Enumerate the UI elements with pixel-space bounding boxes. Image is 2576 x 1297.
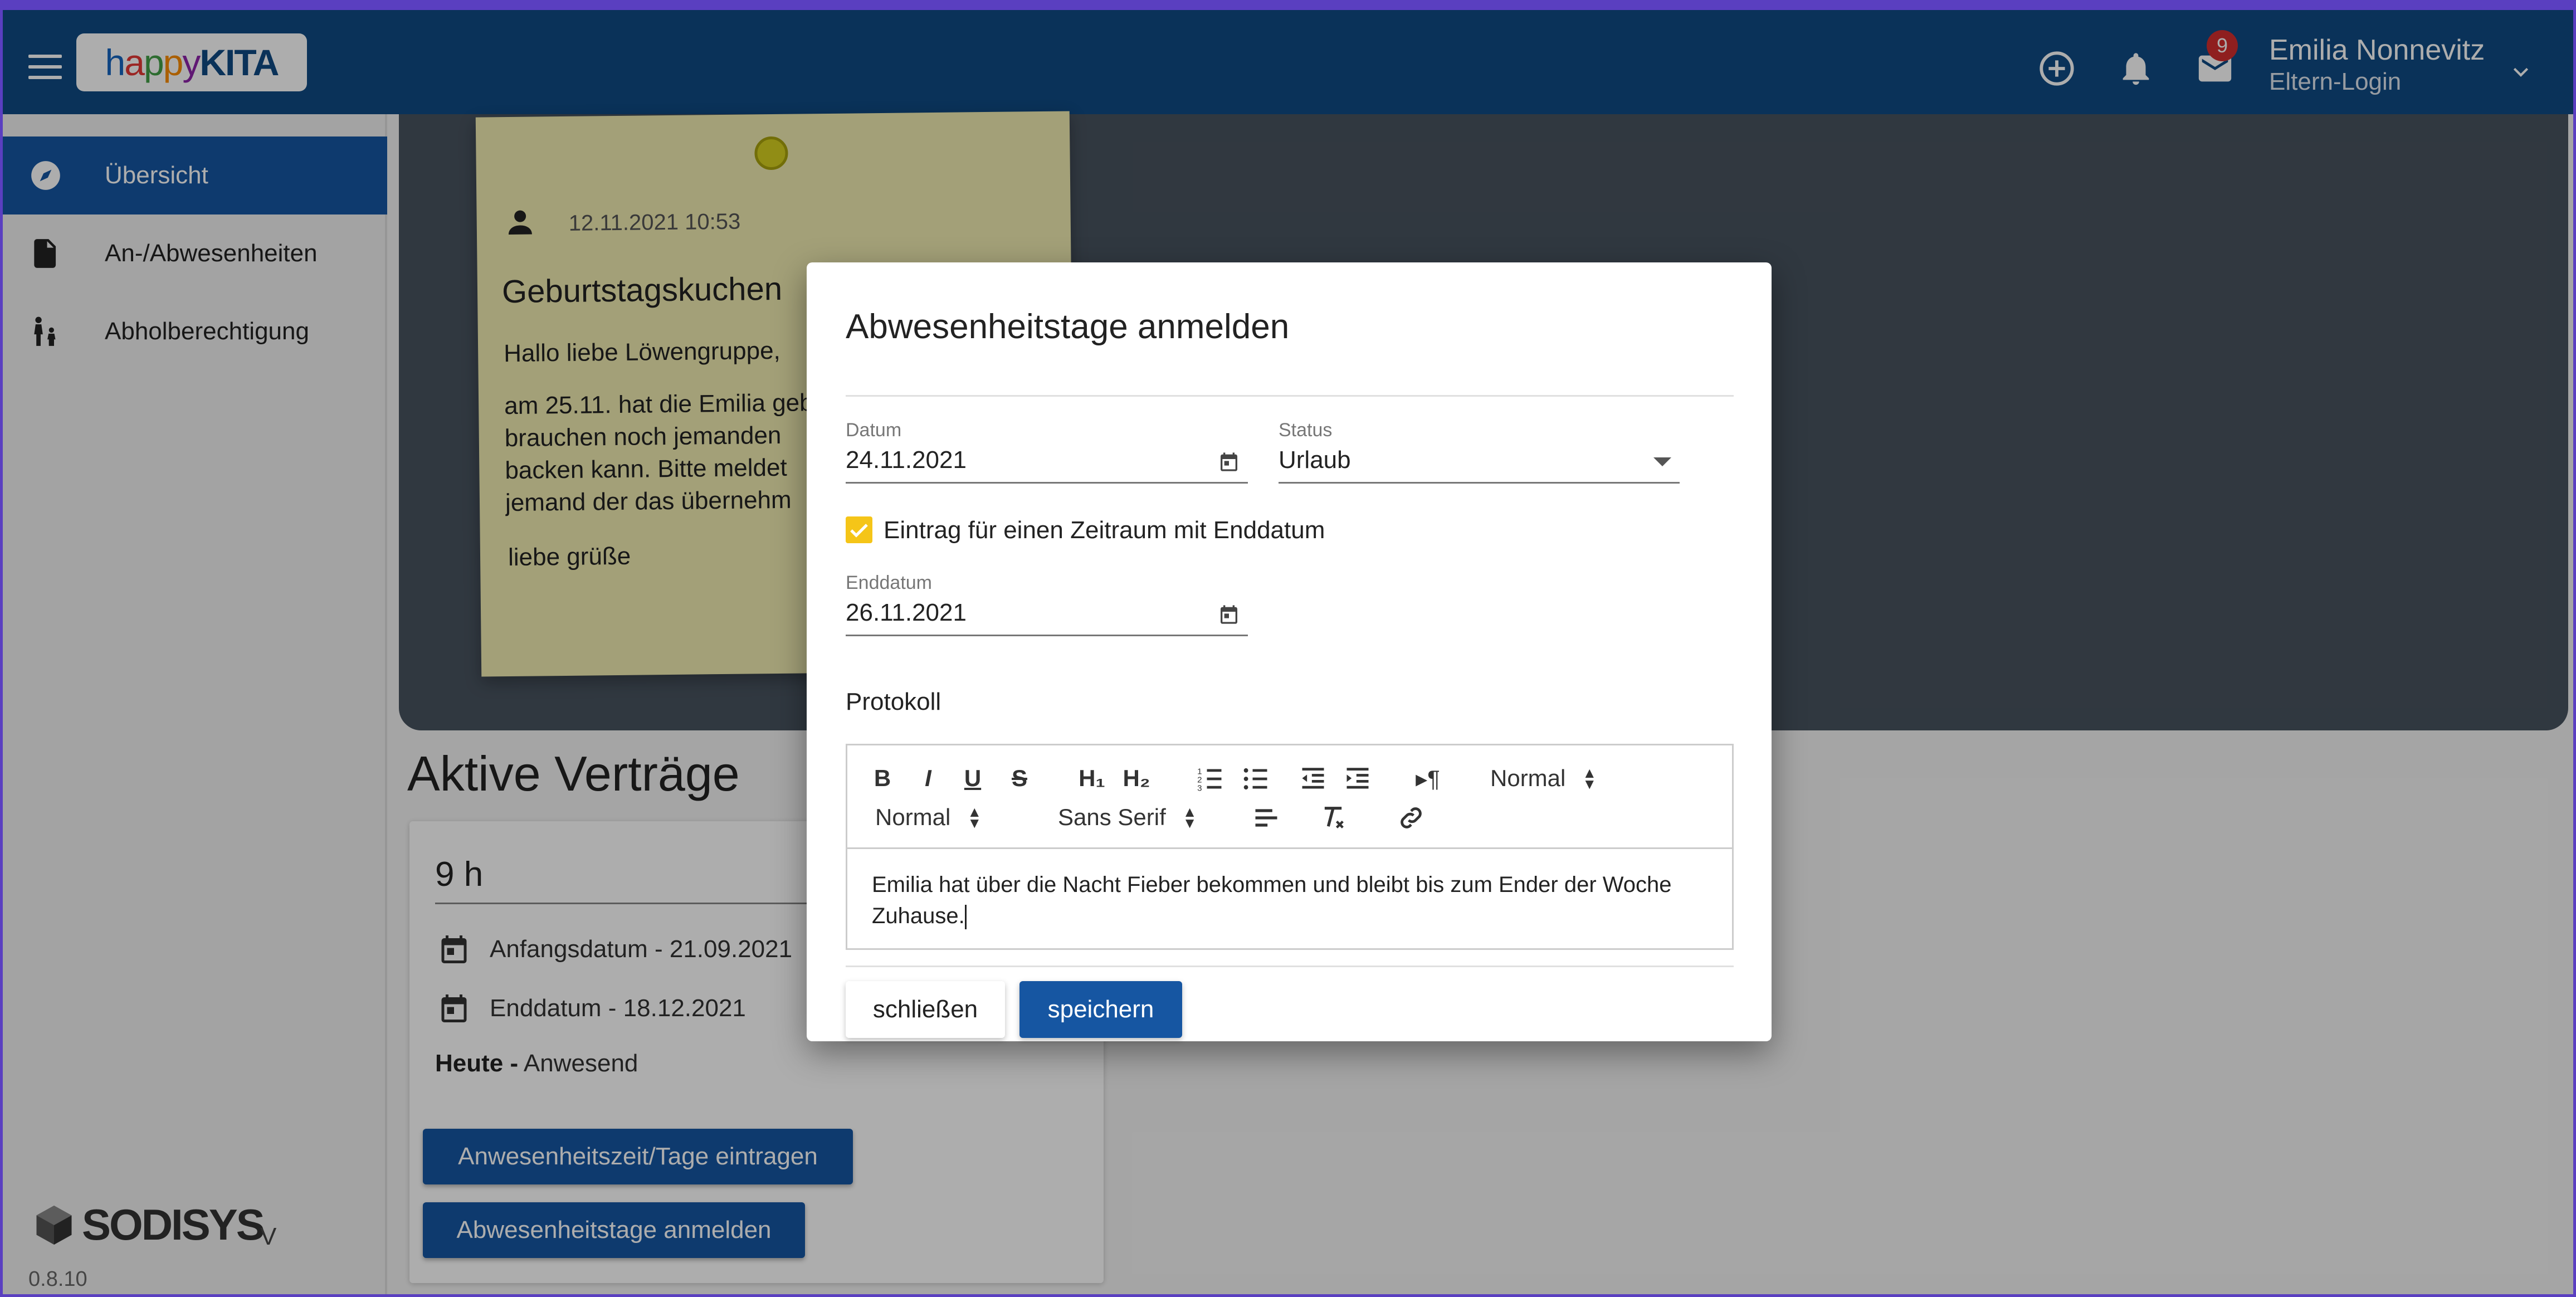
editor-text: Emilia hat über die Nacht Fieber bekomme…	[872, 872, 1672, 928]
clear-format-icon[interactable]	[1319, 803, 1348, 832]
divider	[846, 966, 1734, 967]
dialog-title: Abwesenheitstage anmelden	[846, 308, 1290, 346]
header-select[interactable]: Normal ▲ ▼	[1490, 764, 1597, 792]
paragraph-direction-button[interactable]: ▸¶	[1410, 764, 1446, 792]
font-select-value: Sans Serif	[1058, 804, 1166, 830]
h1-button[interactable]: H₁	[1072, 764, 1111, 792]
check-icon	[850, 524, 868, 538]
enddatum-label: Enddatum	[846, 572, 932, 593]
bullet-list-icon[interactable]	[1242, 764, 1271, 793]
status-label: Status	[1279, 420, 1333, 441]
ordered-list-icon[interactable]: 1 2 3	[1196, 764, 1225, 793]
datum-field[interactable]: 24.11.2021	[846, 446, 967, 474]
field-underline	[1279, 482, 1680, 484]
italic-button[interactable]: I	[914, 764, 942, 792]
text-cursor	[964, 905, 967, 930]
range-checkbox-label[interactable]: Eintrag für einen Zeitraum mit Enddatum	[884, 516, 1325, 544]
app-window: h a p p y KITA 9 Emilia Nonnevitz Eltern-Logi…	[3, 10, 2573, 1294]
h2-button[interactable]: H₂	[1117, 764, 1156, 792]
editor-toolbar: B I U S H₁ H₂ 1 2 3 ▸¶ Normal ▲ ▼ Normal…	[847, 745, 1732, 849]
font-select[interactable]: Sans Serif ▲ ▼	[1058, 803, 1197, 831]
absence-dialog: Abwesenheitstage anmelden Datum 24.11.20…	[807, 262, 1772, 1041]
link-icon[interactable]	[1397, 803, 1426, 832]
bold-button[interactable]: B	[869, 764, 896, 792]
select-arrows-icon: ▲ ▼	[1182, 803, 1197, 831]
calendar-picker-icon[interactable]	[1218, 451, 1240, 473]
save-button[interactable]: speichern	[1019, 981, 1182, 1038]
editor-content[interactable]: Emilia hat über die Nacht Fieber bekomme…	[872, 869, 1707, 932]
outdent-icon[interactable]	[1299, 764, 1328, 793]
select-arrows-icon: ▲ ▼	[1582, 764, 1597, 792]
close-button[interactable]: schließen	[846, 981, 1005, 1038]
select-arrows-icon: ▲ ▼	[967, 803, 982, 831]
dropdown-caret-icon[interactable]	[1653, 457, 1671, 466]
protokoll-label: Protokoll	[846, 688, 941, 715]
field-underline	[846, 635, 1248, 636]
size-select[interactable]: Normal ▲ ▼	[875, 803, 982, 831]
underline-button[interactable]: U	[959, 764, 987, 792]
enddatum-field[interactable]: 26.11.2021	[846, 599, 967, 627]
datum-label: Datum	[846, 420, 902, 441]
align-left-icon[interactable]	[1252, 803, 1281, 832]
status-select[interactable]: Urlaub	[1279, 446, 1351, 474]
rich-text-editor: B I U S H₁ H₂ 1 2 3 ▸¶ Normal ▲ ▼ Normal…	[846, 744, 1734, 950]
divider	[846, 395, 1734, 397]
strike-button[interactable]: S	[1006, 764, 1033, 792]
header-select-value: Normal	[1490, 765, 1566, 791]
size-select-value: Normal	[875, 804, 951, 830]
indent-icon[interactable]	[1343, 764, 1372, 793]
svg-text:3: 3	[1197, 784, 1202, 793]
field-underline	[846, 482, 1248, 484]
calendar-picker-icon[interactable]	[1218, 603, 1240, 626]
range-checkbox[interactable]	[846, 516, 872, 543]
